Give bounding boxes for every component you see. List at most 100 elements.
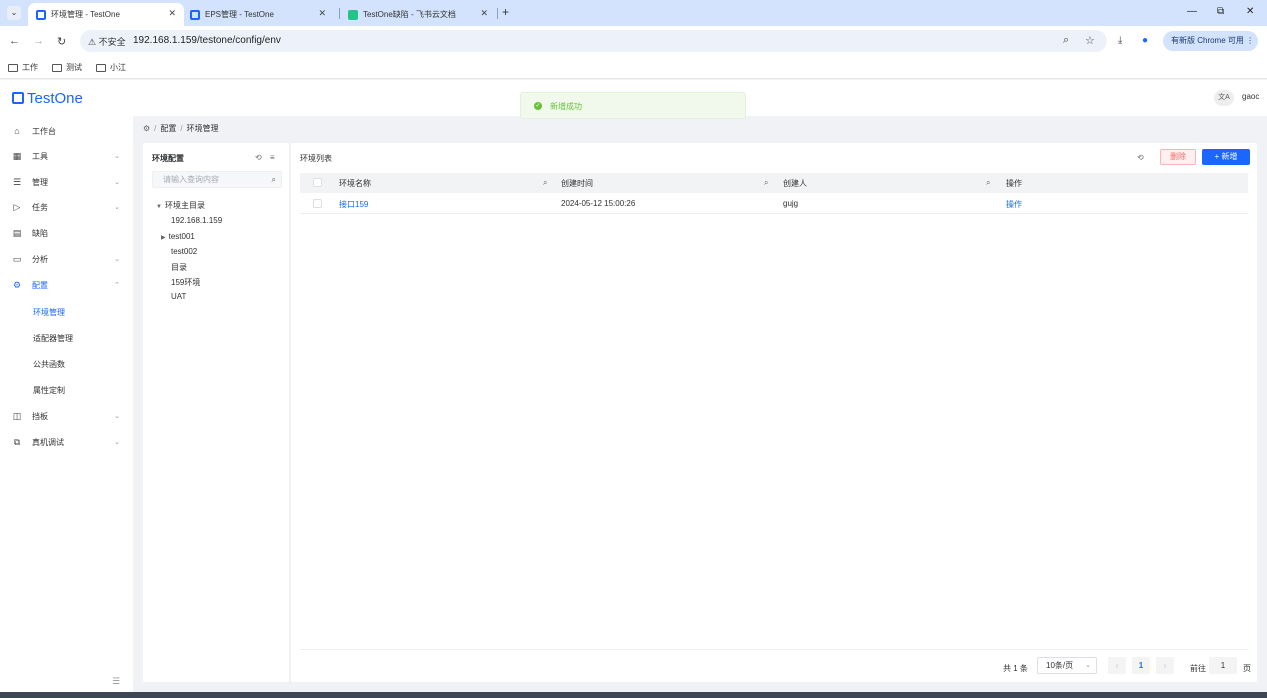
close-icon[interactable]: ✕ xyxy=(480,8,488,19)
page-size-select[interactable]: 10条/页 ⌄ xyxy=(1037,657,1097,674)
chevron-down-icon: ⌄ xyxy=(114,179,120,186)
bookmark-star-icon[interactable]: ☆ xyxy=(1085,34,1095,47)
tree-title: 环境配置 xyxy=(152,154,184,163)
page-number-button[interactable]: 1 xyxy=(1132,657,1150,674)
chevron-down-icon: ⌄ xyxy=(114,204,120,211)
tab-search-icon[interactable]: ⌄ xyxy=(7,6,21,20)
env-tree-panel: 环境配置 ⟲ ≡ 请输入查询内容 ⌕ ▼ 环境主目录 192.168.1.159 … xyxy=(143,143,289,682)
tab-eps-management[interactable]: EPS管理 - TestOne ✕ xyxy=(182,3,334,26)
toast-message: 新增成功 xyxy=(550,102,582,111)
app-logo[interactable]: TestOne xyxy=(12,90,83,107)
pagination-total: 共 1 条 xyxy=(1003,664,1028,673)
sidebar-subitem-functions[interactable]: 公共函数 xyxy=(33,359,65,370)
chart-icon: ▭ xyxy=(12,253,22,264)
env-name-link[interactable]: 接口159 xyxy=(339,199,368,210)
chevron-up-icon: ⌃ xyxy=(114,282,120,289)
testone-favicon-icon xyxy=(190,9,200,20)
sidebar-item-defects[interactable]: ▤ 缺陷 xyxy=(12,226,122,240)
new-tab-icon[interactable]: + xyxy=(502,5,509,19)
restore-icon[interactable]: ⧉ xyxy=(1217,6,1224,17)
search-icon[interactable]: ⌕ xyxy=(272,172,276,187)
row-checkbox[interactable] xyxy=(313,199,322,208)
tree-node[interactable]: UAT xyxy=(171,292,186,301)
chrome-update-button[interactable]: 有新版 Chrome 可用 ⋮ xyxy=(1163,31,1258,51)
close-icon[interactable]: ✕ xyxy=(318,8,326,19)
column-header-name: 环境名称 xyxy=(339,179,371,188)
add-button[interactable]: + 新增 xyxy=(1202,149,1250,165)
column-header-creator: 创建人 xyxy=(783,179,807,188)
tree-node[interactable]: 192.168.1.159 xyxy=(171,216,222,225)
sidebar-item-config[interactable]: ⚙ 配置 ⌃ xyxy=(12,278,122,292)
bookmark-work[interactable]: 工作 xyxy=(8,62,38,73)
filter-icon[interactable]: ≡ xyxy=(270,153,275,162)
panel-icon: ◫ xyxy=(12,410,22,421)
tree-node[interactable]: test002 xyxy=(171,247,197,256)
reload-icon[interactable]: ↻ xyxy=(57,35,66,48)
created-time: 2024-05-12 15:00:26 xyxy=(561,199,636,208)
bookmark-xiaojiang[interactable]: 小江 xyxy=(96,62,126,73)
close-window-icon[interactable]: ✕ xyxy=(1246,6,1254,17)
tree-node-root[interactable]: ▼ 环境主目录 xyxy=(156,200,205,211)
sidebar-subitem-env[interactable]: 环境管理 xyxy=(33,307,65,318)
sidebar-item-device-debug[interactable]: ⧉ 真机调试 ⌄ xyxy=(12,435,122,449)
not-secure-badge[interactable]: ⚠ 不安全 xyxy=(88,35,126,48)
home-icon: ⌂ xyxy=(14,126,20,136)
pagination-divider xyxy=(300,649,1248,650)
sidebar-item-tools[interactable]: ▦ 工具 ⌄ xyxy=(12,149,122,163)
prev-page-button[interactable]: ‹ xyxy=(1108,657,1126,674)
sidebar-item-tasks[interactable]: ▷ 任务 ⌄ xyxy=(12,200,122,214)
search-icon[interactable]: ⌕ xyxy=(543,178,547,188)
feishu-favicon-icon xyxy=(348,9,358,20)
forward-icon[interactable]: → xyxy=(33,35,44,47)
url-text[interactable]: 192.168.1.159/testone/config/env xyxy=(133,35,281,46)
download-icon[interactable]: ⤓ xyxy=(1118,35,1122,46)
tree-node[interactable]: 159环境 xyxy=(171,277,200,288)
zoom-icon[interactable]: ⌕ xyxy=(1063,34,1069,47)
breadcrumb: ⚙ / 配置 / 环境管理 xyxy=(143,124,219,133)
sidebar: ⌂ 工作台 ▦ 工具 ⌄ ☰ 管理 ⌄ ▷ 任务 ⌄ ▤ 缺陷 ▭ 分析 ⌄ ⚙ 配置 ⌃ 环境管理 适… xyxy=(0,116,133,692)
user-name[interactable]: gaoc xyxy=(1242,92,1259,101)
next-page-button[interactable]: › xyxy=(1156,657,1174,674)
caret-right-icon[interactable]: ▶ xyxy=(161,235,166,241)
language-icon[interactable]: 文A xyxy=(1214,90,1234,106)
omnibox[interactable]: ⚠ 不安全 192.168.1.159/testone/config/env ⌕… xyxy=(80,30,1107,52)
chevron-down-icon: ⌄ xyxy=(114,256,120,263)
column-header-action: 操作 xyxy=(1006,179,1022,188)
gear-icon[interactable]: ⚙ xyxy=(143,124,150,133)
chevron-down-icon: ⌄ xyxy=(1085,662,1091,669)
sidebar-item-manage[interactable]: ☰ 管理 ⌄ xyxy=(12,175,122,189)
folder-icon xyxy=(8,63,18,72)
tree-node[interactable]: 目录 xyxy=(171,262,187,273)
column-header-created: 创建时间 xyxy=(561,179,593,188)
sidebar-item-baffle[interactable]: ◫ 挡板 ⌄ xyxy=(12,409,122,423)
select-all-checkbox[interactable] xyxy=(313,178,322,187)
search-icon[interactable]: ⌕ xyxy=(764,178,768,188)
send-icon: ▷ xyxy=(13,201,21,212)
collapse-sidebar-icon[interactable]: ☰ xyxy=(112,676,120,687)
tree-search-input[interactable]: 请输入查询内容 ⌕ xyxy=(152,171,282,188)
app-header: TestOne ✓ 新增成功 文A gaoc xyxy=(0,80,1267,119)
device-icon: ⧉ xyxy=(13,436,21,447)
back-icon[interactable]: ← xyxy=(9,35,20,47)
bookmark-test[interactable]: 测试 xyxy=(52,62,82,73)
search-icon[interactable]: ⌕ xyxy=(986,178,990,188)
refresh-icon[interactable]: ⟲ xyxy=(1137,153,1144,162)
sidebar-subitem-adapter[interactable]: 适配器管理 xyxy=(33,333,73,344)
row-action-link[interactable]: 操作 xyxy=(1006,199,1022,210)
sidebar-item-analysis[interactable]: ▭ 分析 ⌄ xyxy=(12,252,122,266)
refresh-icon[interactable]: ⟲ xyxy=(255,153,262,162)
breadcrumb-config[interactable]: 配置 xyxy=(160,124,176,133)
sidebar-subitem-attributes[interactable]: 属性定制 xyxy=(33,385,65,396)
jump-page-input[interactable]: 1 xyxy=(1209,657,1237,674)
close-icon[interactable]: ✕ xyxy=(168,8,176,19)
address-bar-row: ← → ↻ ⚠ 不安全 192.168.1.159/testone/config… xyxy=(0,26,1267,57)
tab-env-management[interactable]: 环境管理 - TestOne ✕ xyxy=(28,3,184,26)
delete-button[interactable]: 删除 xyxy=(1160,149,1196,165)
profile-icon[interactable]: ● xyxy=(1142,35,1148,46)
minimize-icon[interactable]: — xyxy=(1187,6,1197,17)
caret-down-icon[interactable]: ▼ xyxy=(156,204,162,210)
tree-node[interactable]: ▶ test001 xyxy=(161,232,195,241)
sidebar-item-workbench[interactable]: ⌂ 工作台 xyxy=(12,124,122,138)
tab-feishu-doc[interactable]: TestOne缺陷 - 飞书云文档 ✕ xyxy=(340,3,496,26)
gear-icon: ⚙ xyxy=(12,279,22,290)
